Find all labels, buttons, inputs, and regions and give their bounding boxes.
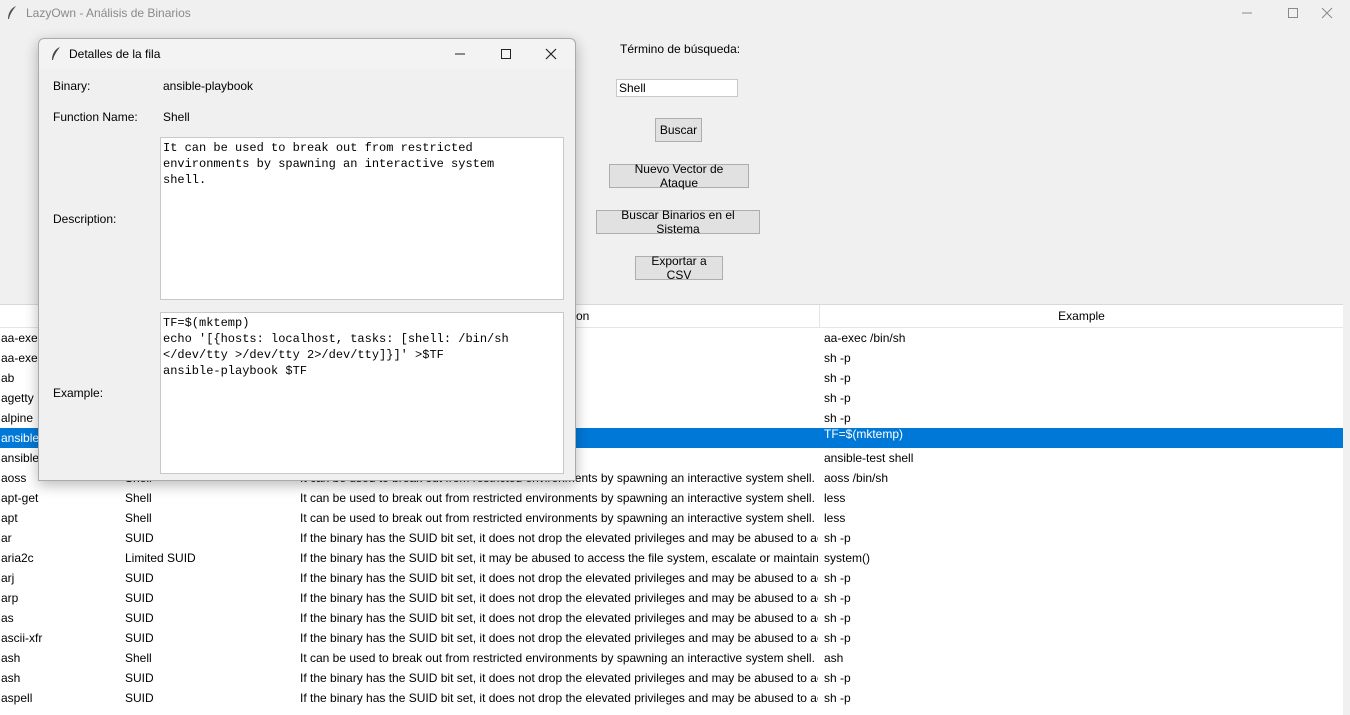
function-cell: SUID (125, 631, 154, 645)
example-cell: sh -p (824, 611, 851, 625)
function-name-value: Shell (163, 110, 190, 124)
example-cell: sh -p (824, 671, 851, 685)
dialog-titlebar: Detalles de la fila (39, 39, 575, 69)
function-cell: SUID (125, 531, 154, 545)
minimize-icon (1242, 12, 1252, 14)
table-row[interactable]: arp SUID If the binary has the SUID bit se… (0, 588, 1343, 608)
table-row[interactable]: aria2c Limited SUID If the binary has the … (0, 548, 1343, 568)
example-cell: less (824, 491, 846, 505)
table-row[interactable]: ash SUID If the binary has the SUID bit se… (0, 668, 1343, 688)
description-cell: If the binary has the SUID bit set, it d… (300, 631, 818, 645)
table-row[interactable]: apt-get Shell It can be used to break out … (0, 488, 1343, 508)
table-row[interactable]: arj SUID If the binary has the SUID bit se… (0, 568, 1343, 588)
binary-cell: apt (1, 511, 18, 525)
example-cell: system() (824, 551, 870, 565)
binary-cell: ar (1, 531, 12, 545)
close-icon (545, 48, 557, 60)
function-cell: SUID (125, 691, 154, 705)
column-header-example[interactable]: Example (820, 305, 1343, 327)
function-name-label: Function Name: (53, 110, 138, 124)
example-cell: less (824, 511, 846, 525)
binary-cell: ash (1, 671, 21, 685)
example-cell: ansible-test shell (824, 451, 914, 465)
function-cell: Limited SUID (125, 551, 196, 565)
example-cell: sh -p (824, 351, 851, 365)
function-cell: Shell (125, 511, 152, 525)
function-cell: Shell (125, 651, 152, 665)
dialog-minimize-button[interactable] (437, 39, 483, 69)
description-cell: If the binary has the SUID bit set, it d… (300, 571, 818, 585)
example-cell: sh -p (824, 371, 851, 385)
description-cell: It can be used to break out from restric… (300, 491, 815, 505)
search-input[interactable] (616, 79, 738, 97)
example-cell: sh -p (824, 691, 851, 705)
description-cell: It can be used to break out from restric… (300, 651, 815, 665)
binary-cell: arj (1, 571, 15, 585)
table-row[interactable]: ascii-xfr SUID If the binary has the SUID … (0, 628, 1343, 648)
example-cell: ash (824, 651, 844, 665)
binary-cell: ascii-xfr (1, 631, 43, 645)
binary-cell: ash (1, 651, 21, 665)
example-cell: TF=$(mktemp) (824, 428, 904, 441)
maximize-icon (501, 49, 511, 59)
table-row[interactable]: aspell SUID If the binary has the SUID bit… (0, 688, 1343, 708)
feather-icon (8, 6, 16, 19)
minimize-icon (455, 53, 465, 55)
description-cell: If the binary has the SUID bit set, it d… (300, 531, 818, 545)
search-label: Término de búsqueda: (620, 42, 741, 56)
binary-cell: apt-get (1, 491, 39, 505)
table-row[interactable]: ash Shell It can be used to break out from… (0, 648, 1343, 668)
feather-icon (52, 47, 60, 60)
table-scrollbar[interactable] (1343, 304, 1350, 714)
window-title: LazyOwn - Análisis de Binarios (26, 6, 191, 20)
dialog-maximize-button[interactable] (483, 39, 529, 69)
binary-cell: aspell (1, 691, 33, 705)
main-titlebar: LazyOwn - Análisis de Binarios (0, 0, 1350, 26)
description-cell: If the binary has the SUID bit set, it d… (300, 611, 818, 625)
binary-value: ansible-playbook (163, 79, 254, 93)
example-cell: sh -p (824, 631, 851, 645)
example-textbox[interactable]: TF=$(mktemp) echo '[{hosts: localhost, t… (160, 312, 564, 474)
minimize-button[interactable] (1224, 0, 1270, 26)
example-cell: sh -p (824, 571, 851, 585)
binary-cell: arp (1, 591, 19, 605)
maximize-icon (1288, 8, 1298, 18)
function-cell: SUID (125, 611, 154, 625)
example-label: Example: (53, 386, 104, 400)
column-header-description[interactable]: on (572, 305, 820, 327)
table-row[interactable]: as SUID If the binary has the SUID bit set… (0, 608, 1343, 628)
export-csv-button[interactable]: Exportar a CSV (635, 254, 723, 282)
example-cell: sh -p (824, 531, 851, 545)
binary-label: Binary: (53, 79, 91, 93)
dialog-close-button[interactable] (528, 39, 574, 69)
description-cell: It can be used to break out from restric… (300, 511, 815, 525)
search-button[interactable]: Buscar (655, 118, 702, 142)
description-cell: If the binary has the SUID bit set, it m… (300, 551, 818, 565)
description-cell: If the binary has the SUID bit set, it d… (300, 671, 818, 685)
binary-cell: aria2c (1, 551, 34, 565)
example-cell: aa-exec /bin/sh (824, 331, 906, 345)
row-details-dialog: Detalles de la fila Binary: ansible-play… (38, 38, 576, 481)
function-cell: Shell (125, 491, 152, 505)
example-cell: sh -p (824, 411, 851, 425)
table-row[interactable]: apt Shell It can be used to break out from… (0, 508, 1343, 528)
function-cell: SUID (125, 591, 154, 605)
function-cell: SUID (125, 671, 154, 685)
description-label: Description: (53, 212, 117, 226)
example-cell: sh -p (824, 591, 851, 605)
table-row[interactable]: ar SUID If the binary has the SUID bit set… (0, 528, 1343, 548)
description-cell: If the binary has the SUID bit set, it d… (300, 591, 818, 605)
description-textbox[interactable]: It can be used to break out from restric… (160, 137, 564, 300)
example-cell: aoss /bin/sh (824, 471, 889, 485)
binary-cell: as (1, 611, 14, 625)
new-attack-vector-button[interactable]: Nuevo Vector de Ataque (609, 162, 749, 190)
close-icon (1321, 7, 1333, 19)
close-button[interactable] (1304, 0, 1350, 26)
scan-system-binaries-button[interactable]: Buscar Binarios en el Sistema (596, 208, 760, 236)
example-cell: sh -p (824, 391, 851, 405)
dialog-title: Detalles de la fila (69, 47, 161, 61)
description-cell: If the binary has the SUID bit set, it d… (300, 691, 818, 705)
function-cell: SUID (125, 571, 154, 585)
